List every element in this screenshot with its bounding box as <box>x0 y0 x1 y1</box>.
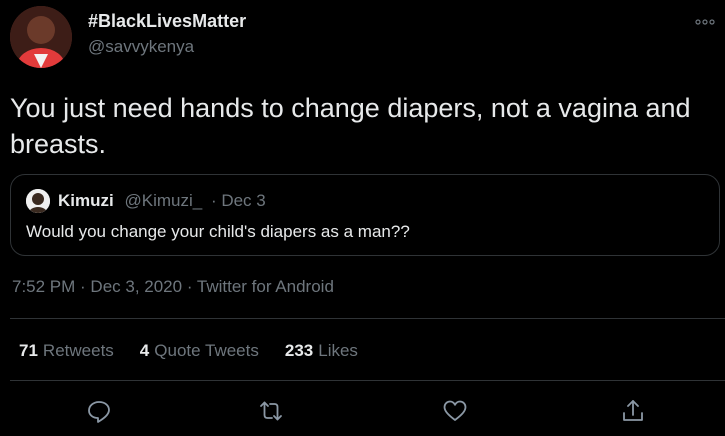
author-display-name[interactable]: #BlackLivesMatter <box>88 11 246 32</box>
quoted-author-name: Kimuzi <box>58 191 114 210</box>
action-bar <box>0 398 725 426</box>
tweet-timestamp[interactable]: 7:52 PM · Dec 3, 2020 · Twitter for Andr… <box>12 277 334 297</box>
likes-count: 233 <box>284 341 314 360</box>
more-options-icon[interactable] <box>695 15 715 27</box>
quote-tweets-stat[interactable]: 4 Quote Tweets <box>140 341 259 361</box>
tweet-text: You just need hands to change diapers, n… <box>10 93 691 159</box>
like-icon[interactable] <box>442 398 468 424</box>
tweet-stats: 71 Retweets 4 Quote Tweets 233 Likes <box>19 341 358 361</box>
divider <box>10 380 725 381</box>
retweets-stat[interactable]: 71 Retweets <box>19 341 114 361</box>
share-icon[interactable] <box>620 398 646 424</box>
retweet-icon[interactable] <box>258 398 284 424</box>
quoted-tweet-date: · Dec 3 <box>210 191 266 210</box>
retweets-count: 71 <box>19 341 38 360</box>
quoted-tweet-text: Would you change your child's diapers as… <box>26 222 410 241</box>
likes-label: Likes <box>318 341 358 360</box>
quoted-author-avatar <box>26 189 50 213</box>
retweets-label: Retweets <box>42 341 114 360</box>
likes-stat[interactable]: 233 Likes <box>285 341 358 361</box>
quoted-author-handle: @Kimuzi_ <box>124 191 203 210</box>
divider <box>10 318 725 319</box>
author-avatar[interactable] <box>10 6 72 68</box>
author-handle[interactable]: @savvykenya <box>88 37 194 57</box>
quote-tweets-count: 4 <box>139 341 150 360</box>
quote-tweets-label: Quote Tweets <box>154 341 259 360</box>
quoted-tweet[interactable]: Kimuzi @Kimuzi_ · Dec 3 Would you change… <box>10 174 720 256</box>
quoted-tweet-header: Kimuzi @Kimuzi_ · Dec 3 <box>58 191 266 211</box>
reply-icon[interactable] <box>86 398 112 424</box>
